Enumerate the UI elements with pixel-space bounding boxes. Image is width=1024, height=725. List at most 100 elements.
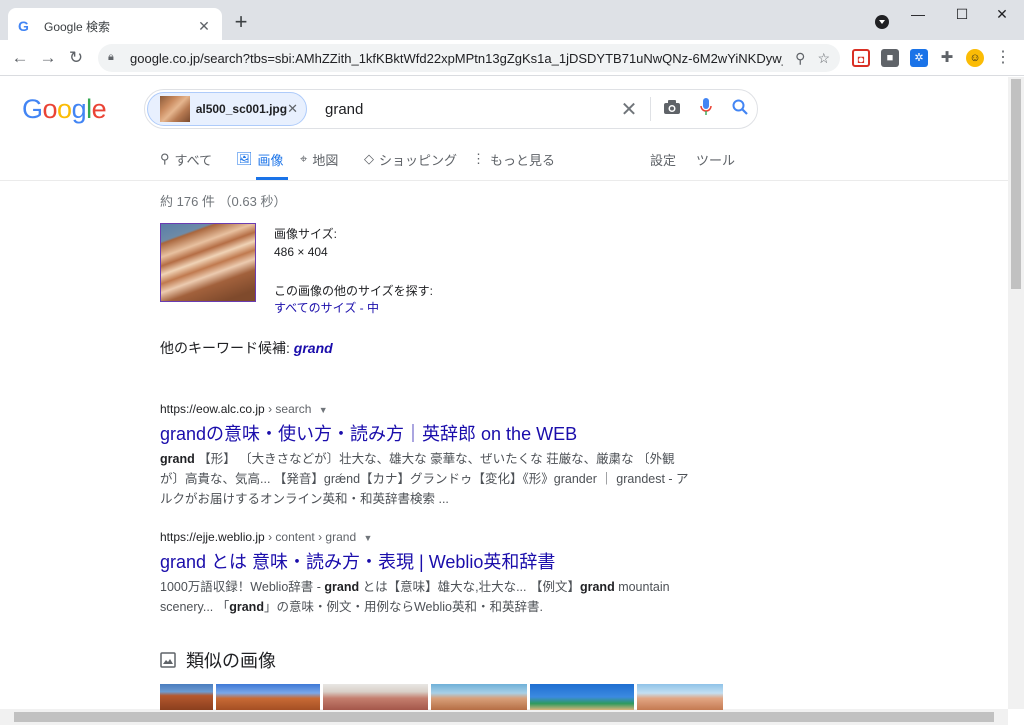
snippet-text: 」の意味・例文・用例ならWeblio英和・和英辞書.	[263, 600, 543, 614]
search-result: https://ejje.weblio.jp › content › grand…	[160, 530, 700, 617]
all-sizes-link[interactable]: すべてのサイズ - 中	[274, 299, 379, 316]
more-vert-icon: ⋮	[472, 151, 485, 166]
google-logo[interactable]: Google	[22, 94, 107, 125]
tab-title: Google 検索	[44, 19, 111, 34]
other-sizes-label: この画像の他のサイズを探す:	[274, 284, 433, 298]
toolbar: ← → ↻ 🔒︎ google.co.jp/search?tbs=sbi:AMh…	[0, 40, 1024, 76]
snippet-bold: grand	[229, 600, 264, 614]
image-size-label: 画像サイズ:	[274, 227, 337, 241]
snippet-text: 【形】 〔大きさなどが〕壮大な、雄大な 豪華な、ぜいたくな 荘厳な、厳粛な 〔外…	[194, 452, 675, 466]
tabs-divider	[0, 180, 1008, 181]
reload-icon[interactable]: ↻	[64, 46, 88, 70]
similar-image-thumbnail[interactable]	[431, 684, 527, 710]
snippet-text: とは【意味】雄大な,壮大な... 【例文】	[359, 580, 580, 594]
image-icon: 🖼︎	[236, 151, 253, 166]
location-pin-icon[interactable]: ⚲	[795, 50, 805, 67]
query-image-thumbnail[interactable]	[160, 223, 256, 302]
remove-image-icon[interactable]: ✕	[287, 101, 298, 117]
search-tabs: ⚲ すべて 🖼︎ 画像 ⌖ 地図 ◇ ショッピング ⋮ もっと見る 設定 ツール	[160, 148, 760, 180]
map-pin-icon: ⌖	[300, 151, 308, 166]
tab-settings[interactable]: 設定	[650, 148, 676, 170]
chip-filename: al500_sc001.jpg	[195, 102, 288, 116]
search-icon[interactable]	[723, 99, 757, 120]
profile-avatar-icon[interactable]: ☺	[966, 49, 984, 67]
logo-letter: o	[57, 94, 72, 124]
rock-image	[161, 224, 255, 301]
cite-dropdown-icon[interactable]: ▼	[363, 533, 372, 543]
similar-image-thumbnail[interactable]	[160, 684, 213, 710]
vertical-scrollbar[interactable]	[1008, 77, 1024, 709]
extension-star-icon[interactable]: ✲	[910, 49, 928, 67]
extension-square-icon[interactable]: ■	[881, 49, 899, 67]
image-icon	[160, 652, 176, 668]
search-box[interactable]: al500_sc001.jpg ✕ grand ✕	[144, 89, 758, 129]
snippet-text: scenery... 「	[160, 600, 230, 614]
result-snippet: 1000万語収録！Weblio辞書 - grand とは【意味】雄大な,壮大な.…	[160, 577, 700, 617]
logo-letter: g	[71, 94, 87, 124]
minimize-icon[interactable]: —	[900, 4, 936, 24]
similar-images-header: 類似の画像	[160, 647, 276, 673]
close-tab-icon[interactable]: ✕	[196, 18, 212, 35]
result-cite[interactable]: https://eow.alc.co.jp › search ▼	[160, 402, 700, 416]
similar-image-thumbnail[interactable]	[216, 684, 320, 710]
snippet-bold: grand	[579, 580, 615, 594]
menu-kebab-icon[interactable]: ⋮	[994, 49, 1012, 67]
tab-shopping[interactable]: ◇ ショッピング	[364, 148, 457, 170]
back-icon[interactable]: ←	[8, 46, 32, 70]
tab-images[interactable]: 🖼︎ 画像	[236, 148, 284, 170]
result-stats: 約 176 件 （0.63 秒）	[160, 194, 287, 209]
new-tab-button[interactable]: +	[230, 10, 252, 34]
bookmark-star-icon[interactable]: ☆	[817, 50, 830, 67]
tab-maps-label: 地図	[312, 152, 339, 168]
search-input[interactable]: grand	[325, 101, 612, 118]
close-window-icon[interactable]: ✕	[984, 4, 1020, 24]
horizontal-scroll-thumb[interactable]	[14, 712, 994, 722]
tab-all[interactable]: ⚲ すべて	[160, 148, 212, 170]
forward-icon[interactable]: →	[36, 46, 60, 70]
suggestion-label: 他のキーワード候補:	[160, 340, 294, 356]
horizontal-scrollbar[interactable]	[0, 709, 1008, 725]
keyword-suggestion: 他のキーワード候補: grand	[160, 338, 333, 358]
url-text[interactable]: google.co.jp/search?tbs=sbi:AMhZZith_1kf…	[130, 51, 783, 66]
similar-image-thumbnail[interactable]	[323, 684, 428, 710]
cite-path: › content › grand	[264, 530, 357, 544]
snippet-text: mountain	[614, 580, 670, 594]
camera-icon[interactable]	[655, 99, 689, 120]
similar-image-thumbnail[interactable]	[530, 684, 634, 710]
lock-icon[interactable]: 🔒︎	[108, 51, 122, 65]
extension-red-icon[interactable]: ◘	[852, 49, 870, 67]
vertical-scroll-thumb[interactable]	[1011, 79, 1021, 289]
chip-thumbnail	[160, 96, 190, 122]
result-cite[interactable]: https://ejje.weblio.jp › content › grand…	[160, 530, 700, 544]
snippet-text: が〕高貴な、気高... 【発音】grǽnd【カナ】グランドゥ【変化】《形》gra…	[160, 472, 689, 486]
tab-search-icon[interactable]	[875, 15, 889, 29]
snippet-text: ルクがお届けするオンライン英和・和英辞書検索 ...	[160, 492, 449, 506]
tab-maps[interactable]: ⌖ 地図	[300, 148, 338, 170]
cite-host: https://eow.alc.co.jp	[160, 402, 265, 416]
similar-image-thumbnail[interactable]	[637, 684, 723, 710]
snippet-text: 1000万語収録！Weblio辞書 -	[160, 580, 325, 594]
search-icon: ⚲	[160, 151, 170, 166]
snippet-bold: grand	[324, 580, 360, 594]
result-title-link[interactable]: grandの意味・使い方・読み方｜英辞郎 on the WEB	[160, 422, 700, 446]
cite-path: › search	[264, 402, 312, 416]
result-title-link[interactable]: grand とは 意味・読み方・表現 | Weblio英和辞書	[160, 550, 700, 574]
tab-more-label: もっと見る	[490, 152, 556, 168]
search-image-chip[interactable]: al500_sc001.jpg ✕	[147, 92, 307, 126]
extensions-puzzle-icon[interactable]: ✚	[938, 49, 956, 67]
cite-dropdown-icon[interactable]: ▼	[319, 405, 328, 415]
address-bar[interactable]: 🔒︎ google.co.jp/search?tbs=sbi:AMhZZith_…	[98, 44, 840, 72]
cite-host: https://ejje.weblio.jp	[160, 530, 265, 544]
tab-tools[interactable]: ツール	[696, 148, 735, 170]
maximize-icon[interactable]: ☐	[944, 4, 980, 24]
tab-more[interactable]: ⋮ もっと見る	[472, 148, 555, 170]
tab-all-label: すべて	[174, 152, 213, 168]
tab-strip: G Google 検索 ✕ + — ☐ ✕	[0, 0, 1024, 44]
result-snippet: grand 【形】 〔大きさなどが〕壮大な、雄大な 豪華な、ぜいたくな 荘厳な、…	[160, 449, 700, 509]
browser-tab[interactable]: G Google 検索 ✕	[8, 8, 222, 44]
google-favicon-icon: G	[18, 18, 29, 34]
suggestion-keyword-link[interactable]: grand	[294, 340, 333, 356]
clear-search-icon[interactable]: ✕	[612, 97, 646, 122]
tab-shopping-label: ショッピング	[379, 152, 458, 168]
microphone-icon[interactable]	[689, 97, 723, 121]
